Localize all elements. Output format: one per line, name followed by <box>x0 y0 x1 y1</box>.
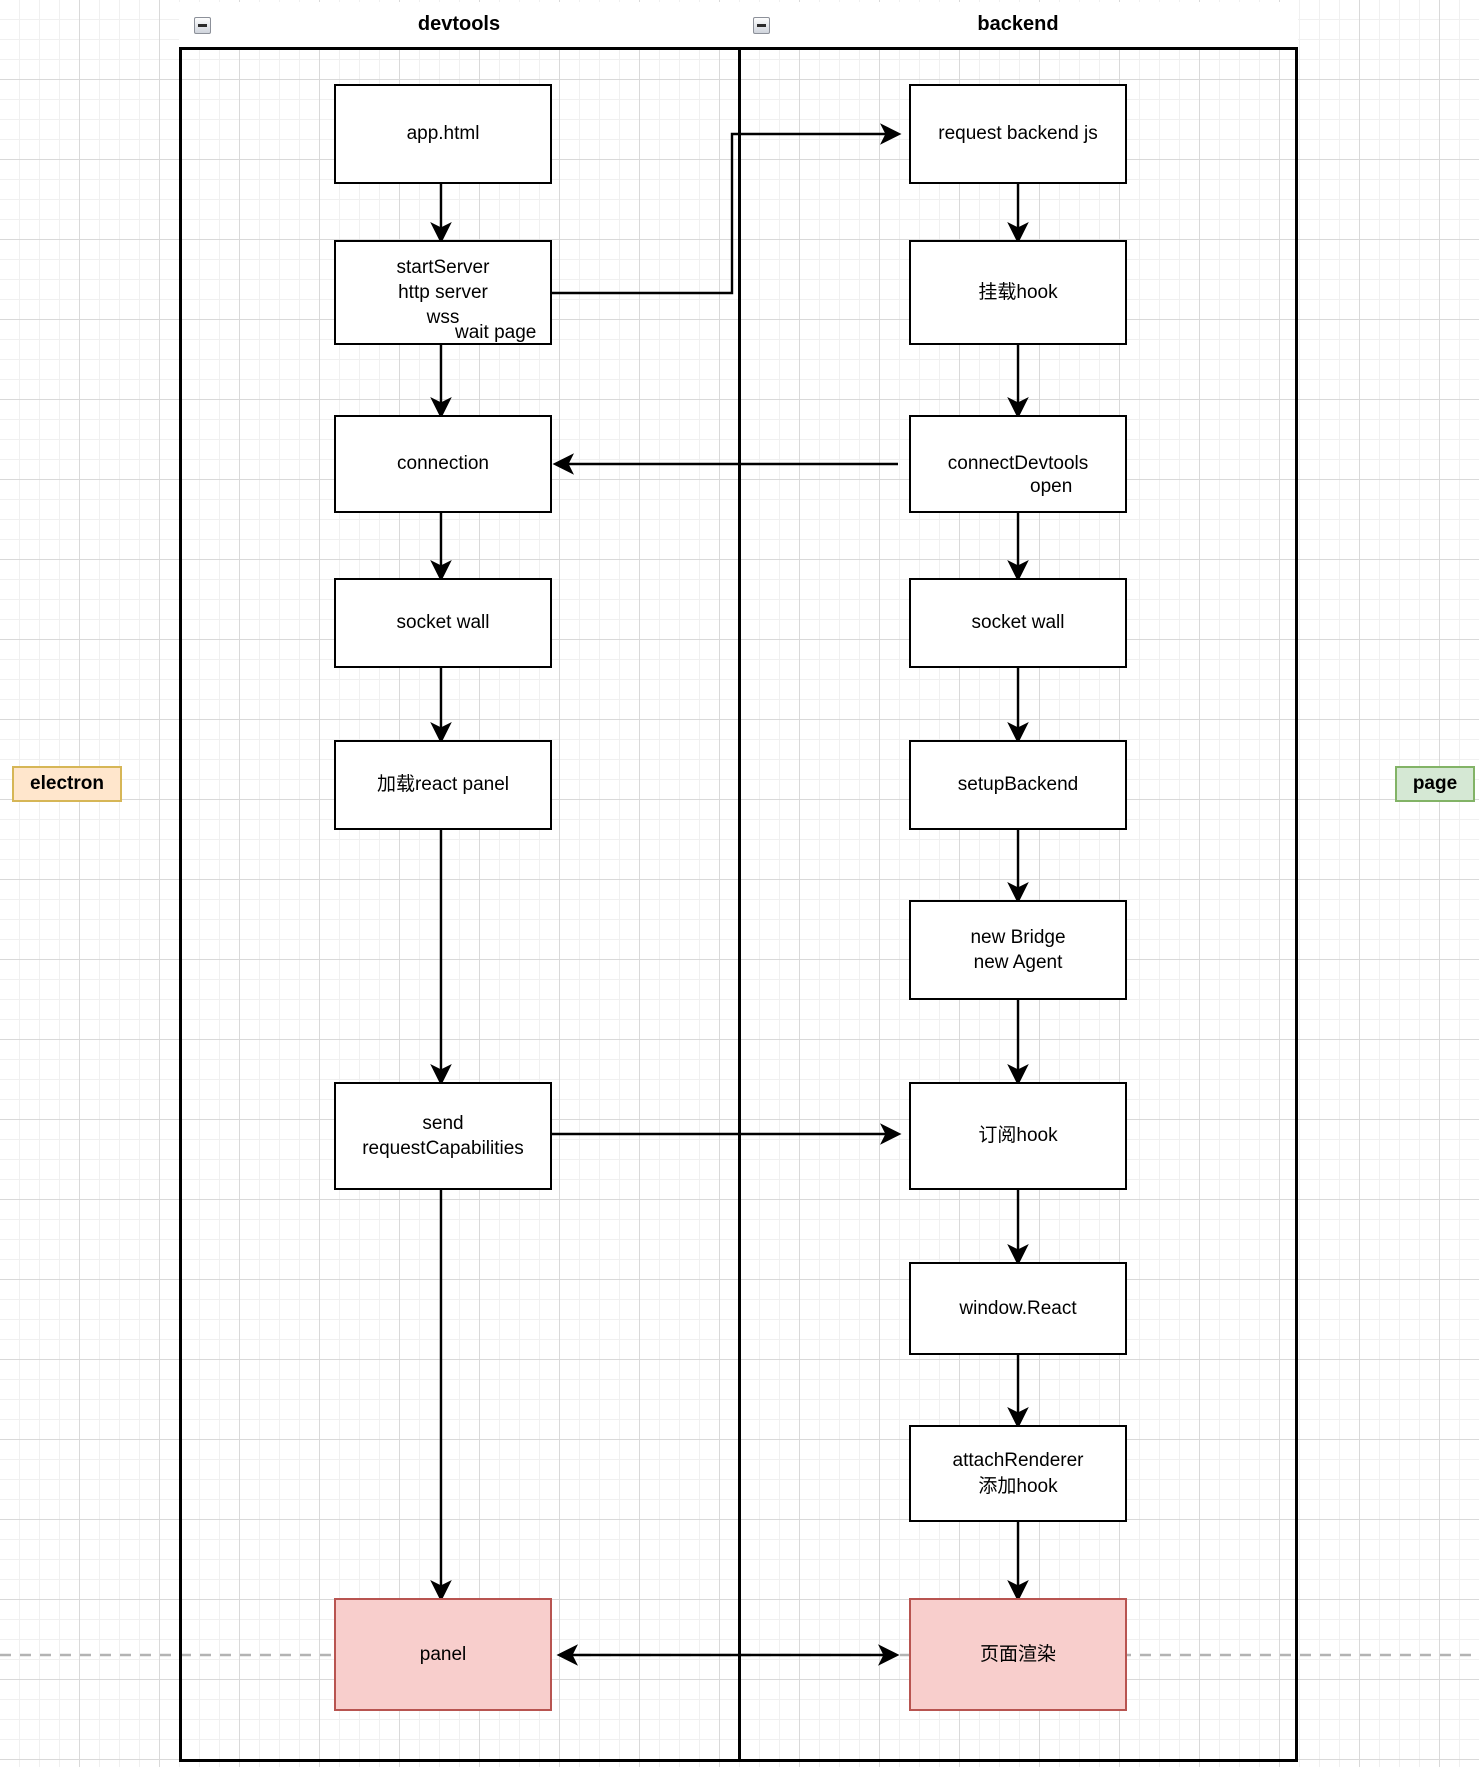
node-mount-hook[interactable]: 挂载hook <box>909 240 1127 345</box>
tag-page[interactable]: page <box>1395 766 1475 802</box>
node-new-bridge-new-agent[interactable]: new Bridge new Agent <box>909 900 1127 1000</box>
node-label: socket wall <box>396 612 490 634</box>
node-load-react-panel[interactable]: 加载react panel <box>334 740 552 830</box>
node-app-html[interactable]: app.html <box>334 84 552 184</box>
node-label: 加载react panel <box>376 774 509 796</box>
node-label: 页面渲染 <box>979 1643 1056 1665</box>
edge-label-text: wait page <box>455 322 537 343</box>
node-connect-devtools[interactable]: connectDevtools <box>909 415 1127 513</box>
minus-square-icon[interactable] <box>194 17 211 34</box>
node-socket-wall-devtools[interactable]: socket wall <box>334 578 552 668</box>
edge-label-text: open <box>1030 476 1073 497</box>
node-label: app.html <box>406 123 480 145</box>
tag-label: electron <box>30 773 104 794</box>
node-connection[interactable]: connection <box>334 415 552 513</box>
node-label: new Bridge new Agent <box>970 926 1066 973</box>
edge-label-open: open <box>1030 476 1072 498</box>
node-window-react[interactable]: window.React <box>909 1262 1127 1355</box>
node-label: setupBackend <box>957 774 1079 796</box>
node-subscribe-hook[interactable]: 订阅hook <box>909 1082 1127 1190</box>
minus-square-icon[interactable] <box>753 17 770 34</box>
node-label: socket wall <box>971 612 1065 634</box>
node-label: 挂载hook <box>978 281 1058 303</box>
node-page-render[interactable]: 页面渲染 <box>909 1598 1127 1711</box>
node-socket-wall-backend[interactable]: socket wall <box>909 578 1127 668</box>
node-setup-backend[interactable]: setupBackend <box>909 740 1127 830</box>
edge-label-wait-page: wait page <box>455 322 536 344</box>
tag-electron[interactable]: electron <box>12 766 122 802</box>
node-send-request-capabilities[interactable]: send requestCapabilities <box>334 1082 552 1190</box>
node-label: startServer http server wss <box>396 256 490 329</box>
node-label: attachRenderer 添加hook <box>952 1450 1084 1497</box>
lane-divider <box>738 2 741 1762</box>
node-label: panel <box>419 1643 467 1665</box>
tag-label: page <box>1412 773 1458 794</box>
node-label: 订阅hook <box>978 1125 1058 1147</box>
node-label: window.React <box>959 1297 1077 1319</box>
lane-title-backend: backend <box>977 13 1059 35</box>
node-label: send requestCapabilities <box>362 1112 524 1159</box>
node-label: connection <box>397 453 489 475</box>
node-label: connectDevtools <box>947 453 1089 475</box>
node-label: request backend js <box>938 123 1098 145</box>
lane-title-devtools: devtools <box>417 13 501 35</box>
node-request-backend-js[interactable]: request backend js <box>909 84 1127 184</box>
node-panel[interactable]: panel <box>334 1598 552 1711</box>
node-attach-renderer[interactable]: attachRenderer 添加hook <box>909 1425 1127 1522</box>
lane-header-devtools[interactable]: devtools <box>179 2 739 50</box>
lane-header-backend[interactable]: backend <box>738 2 1298 50</box>
